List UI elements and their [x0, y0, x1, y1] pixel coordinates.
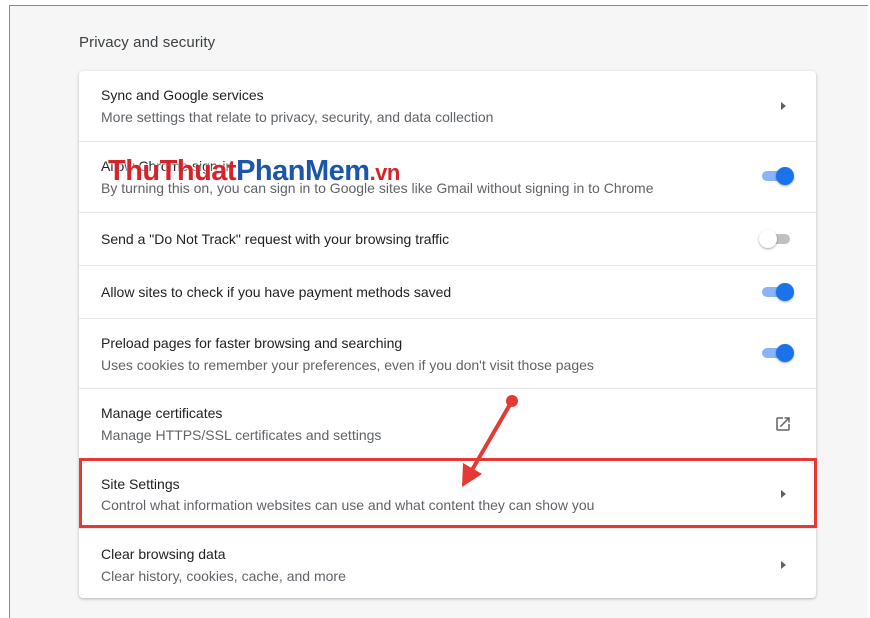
privacy-settings-card: Sync and Google services More settings t…	[79, 71, 816, 598]
row-payment-methods[interactable]: Allow sites to check if you have payment…	[79, 265, 816, 318]
row-description: Control what information websites can us…	[101, 497, 595, 513]
row-description: More settings that relate to privacy, se…	[101, 109, 494, 125]
row-description: Uses cookies to remember your preference…	[101, 357, 594, 373]
chevron-right-icon[interactable]	[781, 561, 786, 569]
row-clear-browsing-data[interactable]: Clear browsing data Clear history, cooki…	[79, 528, 816, 598]
row-site-settings[interactable]: Site Settings Control what information w…	[79, 458, 816, 528]
toggle-knob	[776, 167, 794, 185]
row-label: Sync and Google services	[101, 87, 264, 103]
payment-methods-toggle[interactable]	[760, 282, 794, 302]
row-label: Preload pages for faster browsing and se…	[101, 335, 403, 351]
row-description: Clear history, cookies, cache, and more	[101, 568, 346, 584]
row-sync-google-services[interactable]: Sync and Google services More settings t…	[79, 71, 816, 141]
row-description: By turning this on, you can sign in to G…	[101, 180, 654, 196]
toggle-knob	[776, 344, 794, 362]
row-label: Send a "Do Not Track" request with your …	[101, 231, 450, 247]
signin-toggle[interactable]	[760, 166, 794, 186]
chevron-right-icon[interactable]	[781, 102, 786, 110]
row-do-not-track[interactable]: Send a "Do Not Track" request with your …	[79, 212, 816, 265]
toggle-knob	[776, 283, 794, 301]
row-label: Allow Chrome sign-in	[101, 158, 234, 174]
row-preload-pages[interactable]: Preload pages for faster browsing and se…	[79, 318, 816, 388]
row-description: Manage HTTPS/SSL certificates and settin…	[101, 427, 382, 443]
row-label: Manage certificates	[101, 405, 223, 421]
chevron-right-icon[interactable]	[781, 490, 786, 498]
row-allow-chrome-signin[interactable]: Allow Chrome sign-in By turning this on,…	[79, 141, 816, 212]
row-manage-certificates[interactable]: Manage certificates Manage HTTPS/SSL cer…	[79, 388, 816, 458]
external-link-icon[interactable]	[774, 415, 792, 433]
row-label: Allow sites to check if you have payment…	[101, 284, 452, 300]
row-label: Site Settings	[101, 476, 180, 492]
do-not-track-toggle[interactable]	[759, 229, 794, 249]
preload-pages-toggle[interactable]	[760, 343, 794, 363]
toggle-knob	[759, 230, 777, 248]
row-label: Clear browsing data	[101, 546, 226, 562]
section-title: Privacy and security	[79, 34, 216, 51]
